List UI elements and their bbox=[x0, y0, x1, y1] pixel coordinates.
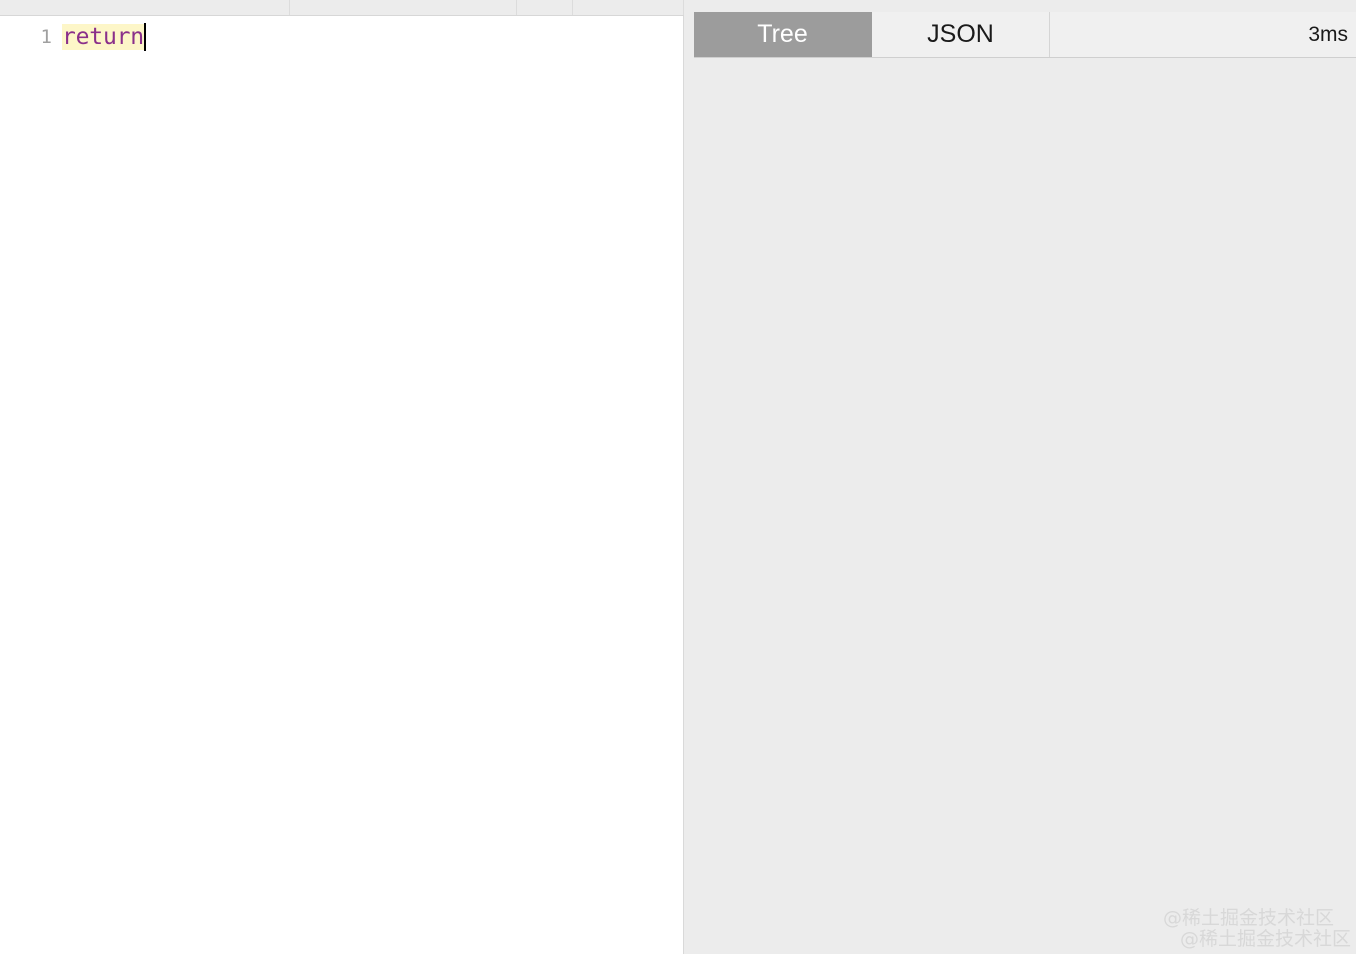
code-editor-pane[interactable]: 1 return bbox=[0, 16, 684, 954]
tab-json[interactable]: JSON bbox=[872, 12, 1050, 57]
toolbar-divider bbox=[572, 0, 573, 15]
toolbar-divider bbox=[289, 0, 290, 15]
toolbar-divider bbox=[516, 0, 517, 15]
ast-inspector-pane: Tree JSON 3ms Autofocus Hide methods Hid… bbox=[684, 0, 1356, 954]
editor-line-1[interactable]: 1 return bbox=[0, 22, 146, 52]
tab-tree[interactable]: Tree bbox=[694, 12, 872, 57]
inspector-tab-bar: Tree JSON 3ms bbox=[694, 12, 1356, 58]
line-number-gutter: 1 bbox=[40, 26, 52, 48]
text-caret bbox=[143, 23, 146, 51]
code-token-return: return bbox=[62, 24, 144, 50]
parse-timing-label: 3ms bbox=[1050, 12, 1356, 57]
